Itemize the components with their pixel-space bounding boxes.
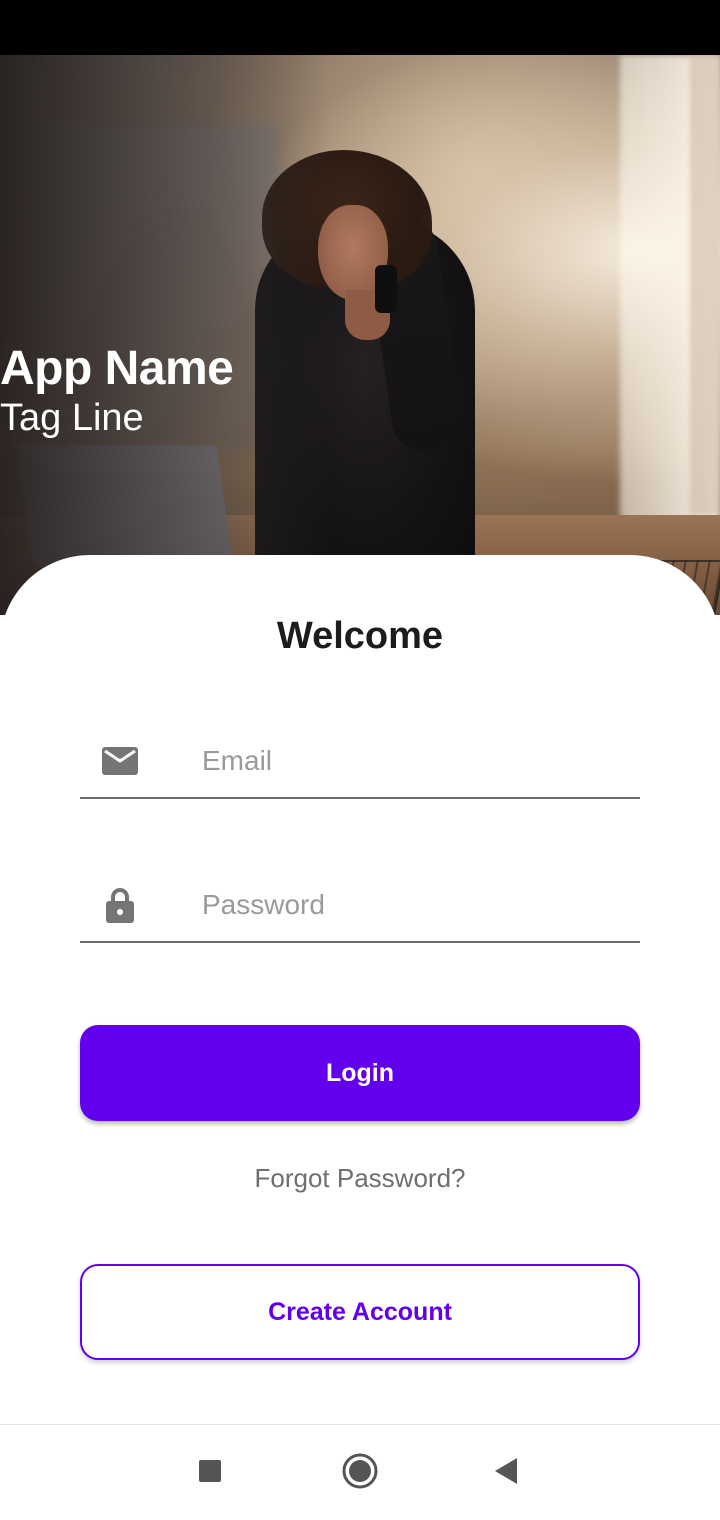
- back-button[interactable]: [486, 1453, 526, 1493]
- password-input[interactable]: [200, 881, 630, 929]
- app-tagline: Tag Line: [0, 397, 144, 439]
- hero-window-frame: [690, 55, 720, 515]
- system-navigation-bar: [0, 1424, 720, 1520]
- home-button[interactable]: [340, 1453, 380, 1493]
- mail-icon: [102, 743, 138, 779]
- welcome-title: Welcome: [276, 615, 444, 657]
- create-account-button[interactable]: Create Account: [80, 1264, 640, 1360]
- hero-phone: [375, 265, 397, 313]
- hero-shadow-overlay: [0, 55, 330, 615]
- square-icon: [198, 1459, 222, 1488]
- lock-icon: [102, 887, 138, 923]
- password-field: [80, 867, 640, 943]
- triangle-back-icon: [493, 1457, 519, 1490]
- circle-icon: [341, 1452, 379, 1495]
- login-screen: App Name Tag Line Welcome Email Login Fo…: [0, 0, 720, 1520]
- app-name: App Name: [0, 342, 234, 395]
- status-bar: [0, 0, 720, 55]
- login-button[interactable]: Login: [80, 1025, 640, 1121]
- login-card: Welcome Login Forgot Password?: [0, 555, 720, 1425]
- hero-image: App Name Tag Line: [0, 55, 720, 615]
- email-input[interactable]: [200, 737, 630, 785]
- recents-button[interactable]: [190, 1453, 230, 1493]
- forgot-password-link[interactable]: Forgot Password?: [0, 1163, 720, 1194]
- email-field: [80, 723, 640, 799]
